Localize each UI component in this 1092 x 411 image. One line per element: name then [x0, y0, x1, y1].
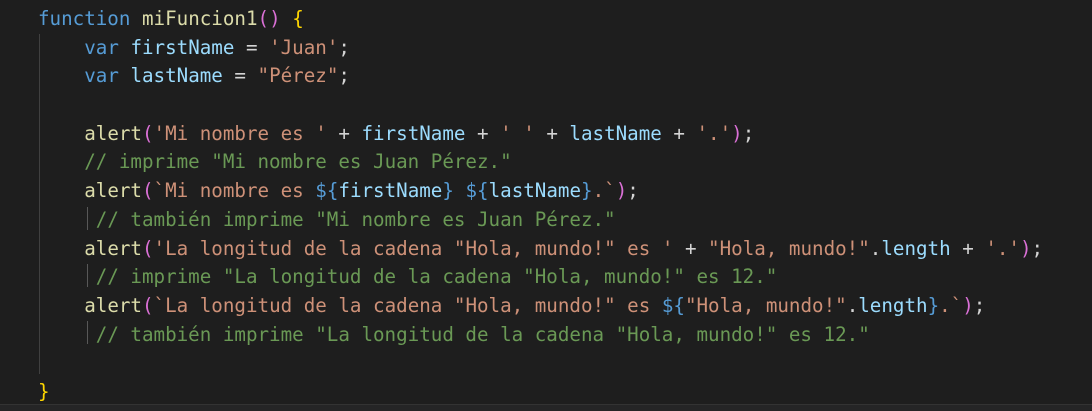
- editor-bottom-edge: [0, 404, 1092, 411]
- code-token: .`: [592, 179, 616, 203]
- code-token: ${: [661, 293, 685, 317]
- code-line-14[interactable]: }: [38, 378, 1043, 407]
- code-token: .: [869, 236, 882, 260]
- code-token: (): [257, 7, 281, 30]
- code-token: firstName: [361, 121, 466, 145]
- code-token: .: [846, 293, 859, 317]
- code-line-7[interactable]: alert(`Mi nombre es ${firstName} ${lastN…: [38, 177, 1043, 206]
- code-token: +: [673, 236, 709, 260]
- code-token: lastName: [488, 179, 582, 203]
- code-token: // imprime "La longitud de la cadena "Ho…: [95, 265, 778, 289]
- code-token: =: [222, 64, 258, 88]
- code-token: ;: [338, 35, 350, 59]
- code-token: }: [927, 293, 940, 317]
- code-token: }: [581, 179, 593, 203]
- code-token: lastName: [569, 121, 662, 145]
- code-line-13[interactable]: [38, 349, 1043, 378]
- code-token: alert: [84, 121, 142, 145]
- code-token: +: [534, 121, 570, 145]
- code-token: }: [38, 379, 50, 403]
- code-token: +: [950, 236, 986, 260]
- code-token: 'Mi nombre es ': [153, 121, 327, 145]
- code-token: 'La longitud de la cadena "Hola, mundo!"…: [153, 236, 674, 260]
- code-token: ;: [742, 121, 755, 145]
- code-line-6[interactable]: // imprime "Mi nombre es Juan Pérez.": [38, 148, 1043, 177]
- code-token: =: [234, 35, 270, 59]
- code-token: lastName: [130, 64, 223, 88]
- code-token: length: [858, 293, 928, 317]
- code-token: length: [881, 236, 951, 260]
- code-token: alert: [84, 293, 142, 317]
- code-line-5[interactable]: alert('Mi nombre es ' + firstName + ' ' …: [38, 120, 1043, 149]
- code-token: '.': [696, 121, 732, 145]
- code-line-11[interactable]: alert(`La longitud de la cadena "Hola, m…: [38, 292, 1043, 321]
- code-line-2[interactable]: var firstName = 'Juan';: [38, 34, 1043, 63]
- code-token: (: [141, 179, 154, 203]
- code-token: +: [661, 121, 697, 145]
- code-token: `Mi nombre es: [153, 179, 316, 203]
- code-token: ): [962, 293, 974, 317]
- code-token: ${: [315, 179, 339, 203]
- code-token: ): [615, 179, 628, 203]
- code-token: ${: [465, 179, 489, 203]
- code-token: '.': [985, 236, 1020, 260]
- code-token: ' ': [500, 121, 535, 145]
- code-token: ;: [973, 293, 986, 317]
- code-token: (: [141, 236, 154, 260]
- code-token: alert: [84, 236, 142, 260]
- code-token: function: [38, 7, 131, 30]
- code-token: ): [1019, 236, 1032, 260]
- code-line-12[interactable]: // también imprime "La longitud de la ca…: [38, 321, 1043, 350]
- code-token: `La longitud de la cadena "Hola, mundo!"…: [153, 293, 662, 317]
- code-token: ;: [338, 64, 350, 88]
- code-token: // imprime "Mi nombre es Juan Pérez.": [84, 150, 512, 174]
- code-token: "Hola, mundo!": [684, 293, 847, 317]
- code-token: ;: [627, 179, 639, 203]
- code-token: {: [292, 7, 304, 30]
- code-token: // también imprime "Mi nombre es Juan Pé…: [95, 207, 616, 231]
- code-token: +: [465, 121, 501, 145]
- code-token: // también imprime "La longitud de la ca…: [95, 322, 870, 346]
- code-token: "Hola, mundo!": [708, 236, 870, 260]
- code-line-9[interactable]: alert('La longitud de la cadena "Hola, m…: [38, 235, 1043, 264]
- code-content[interactable]: function miFuncion1() { var firstName = …: [38, 5, 1043, 407]
- code-token: .`: [939, 293, 963, 317]
- code-line-10[interactable]: // imprime "La longitud de la cadena "Ho…: [38, 263, 1043, 292]
- code-token: 'Juan': [269, 35, 339, 59]
- code-token: "Pérez": [257, 64, 339, 88]
- code-token: var: [84, 35, 119, 59]
- code-editor[interactable]: function miFuncion1() { var firstName = …: [0, 0, 1092, 404]
- code-token: (: [141, 293, 154, 317]
- code-token: ): [731, 121, 743, 145]
- code-line-8[interactable]: // también imprime "Mi nombre es Juan Pé…: [38, 206, 1043, 235]
- code-token: ;: [1031, 236, 1044, 260]
- code-token: (: [141, 121, 154, 145]
- code-token: firstName: [130, 35, 235, 59]
- code-line-1[interactable]: function miFuncion1() {: [38, 5, 1043, 34]
- code-line-3[interactable]: var lastName = "Pérez";: [38, 62, 1043, 91]
- code-token: }: [442, 179, 454, 203]
- code-token: alert: [84, 179, 142, 203]
- code-token: +: [326, 121, 362, 145]
- code-token: firstName: [338, 179, 443, 203]
- code-line-4[interactable]: [38, 91, 1043, 120]
- code-token: miFuncion1: [141, 7, 258, 30]
- code-token: var: [84, 64, 119, 88]
